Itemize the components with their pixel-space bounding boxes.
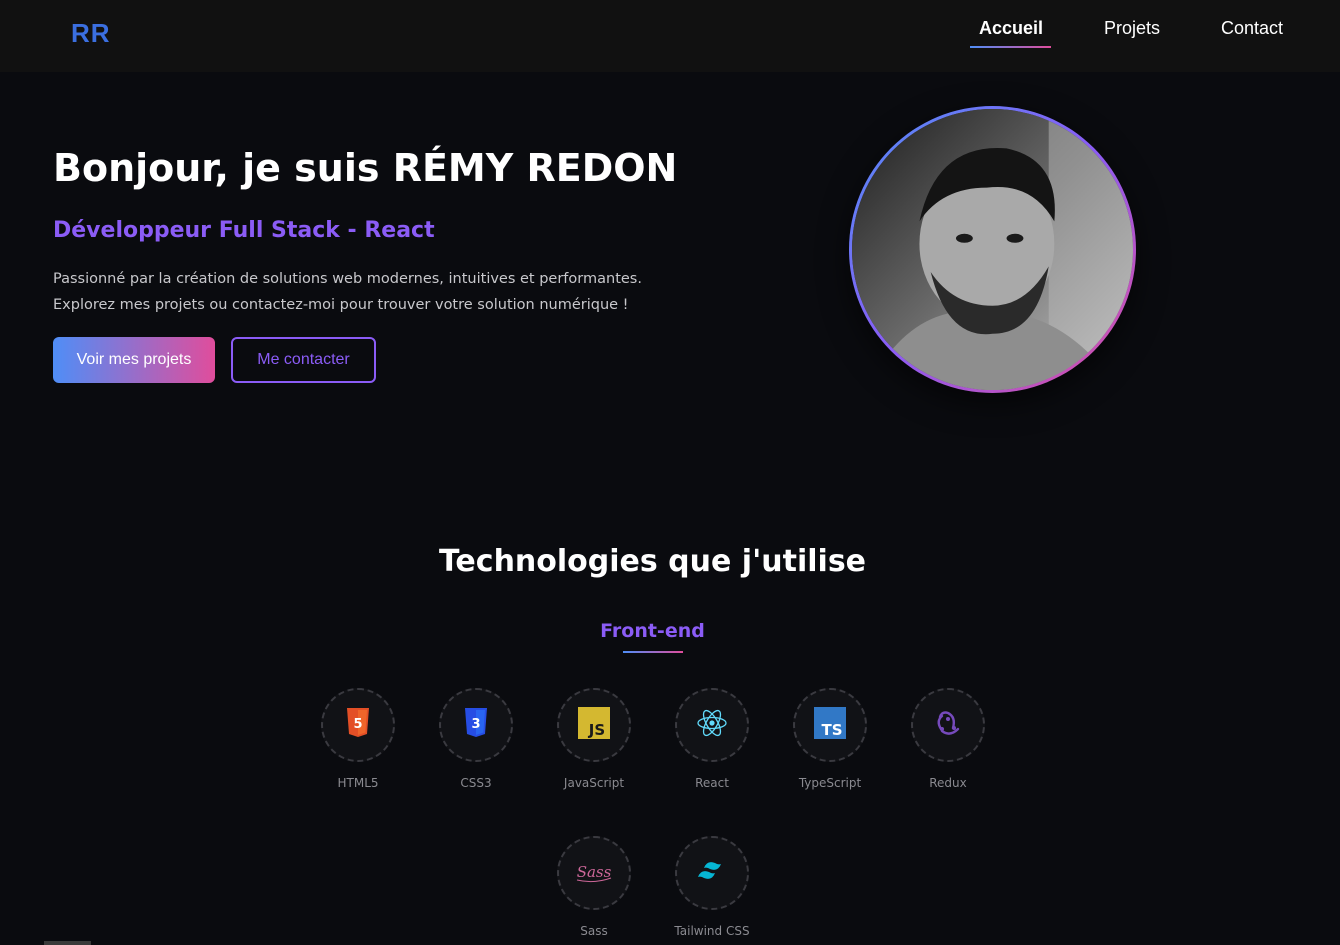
- tech-css3[interactable]: 3 CSS3: [421, 688, 531, 790]
- profile-photo-frame: [849, 106, 1136, 393]
- tech-label: Sass: [580, 924, 608, 938]
- svg-text:TS: TS: [821, 721, 842, 739]
- tech-label: React: [695, 776, 729, 790]
- html5-icon: 5: [345, 708, 371, 742]
- tech-circle: [675, 688, 749, 762]
- nav-link-accueil[interactable]: Accueil: [979, 18, 1043, 39]
- profile-photo: [852, 109, 1133, 390]
- tech-tailwind[interactable]: Tailwind CSS: [657, 836, 767, 938]
- svg-text:JS: JS: [588, 721, 605, 739]
- tailwind-icon: [695, 860, 729, 886]
- nav-link-contact[interactable]: Contact: [1221, 18, 1283, 39]
- tech-label: Redux: [929, 776, 967, 790]
- tech-javascript[interactable]: JS JavaScript: [539, 688, 649, 790]
- redux-icon: [932, 707, 964, 743]
- tech-label: CSS3: [460, 776, 492, 790]
- tech-label: HTML5: [337, 776, 379, 790]
- sass-icon: Sass: [574, 858, 614, 888]
- contact-me-button[interactable]: Me contacter: [231, 337, 376, 383]
- horizontal-scrollbar-thumb[interactable]: [44, 941, 91, 945]
- tech-circle: [675, 836, 749, 910]
- nav-link-projets[interactable]: Projets: [1104, 18, 1160, 39]
- css3-icon: 3: [463, 708, 489, 742]
- javascript-icon: JS: [578, 707, 610, 743]
- tech-circle: [911, 688, 985, 762]
- category-front-end: Front-end: [600, 620, 705, 642]
- react-icon: [696, 708, 728, 742]
- tech-label: JavaScript: [563, 776, 625, 790]
- tech-sass[interactable]: Sass Sass: [539, 836, 649, 938]
- nav-active-underline: [970, 46, 1051, 48]
- tech-circle: TS: [793, 688, 867, 762]
- hero-description: Passionné par la création de solutions w…: [53, 271, 642, 313]
- tech-circle: JS: [557, 688, 631, 762]
- svg-text:3: 3: [471, 717, 480, 732]
- tech-label: Tailwind CSS: [674, 924, 750, 938]
- hero-subtitle: Développeur Full Stack - React: [53, 218, 435, 243]
- tech-circle: 5: [321, 688, 395, 762]
- tech-react[interactable]: React: [657, 688, 767, 790]
- tech-redux[interactable]: Redux: [893, 688, 1003, 790]
- category-underline: [623, 651, 683, 653]
- hero-title: Bonjour, je suis RÉMY REDON: [53, 146, 678, 190]
- svg-text:Sass: Sass: [577, 863, 612, 881]
- logo[interactable]: RR: [71, 18, 111, 49]
- navbar: RR Accueil Projets Contact: [0, 0, 1340, 72]
- svg-text:5: 5: [353, 717, 362, 732]
- view-projects-button[interactable]: Voir mes projets: [53, 337, 215, 383]
- tech-circle: Sass: [557, 836, 631, 910]
- tech-circle: 3: [439, 688, 513, 762]
- tech-html5[interactable]: 5 HTML5: [303, 688, 413, 790]
- typescript-icon: TS: [814, 707, 846, 743]
- tech-typescript[interactable]: TS TypeScript: [775, 688, 885, 790]
- tech-label: TypeScript: [798, 776, 862, 790]
- technologies-title: Technologies que j'utilise: [438, 544, 867, 579]
